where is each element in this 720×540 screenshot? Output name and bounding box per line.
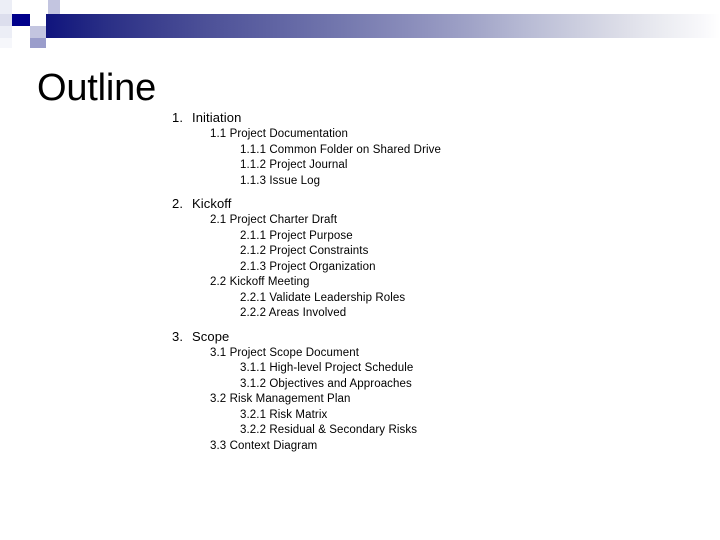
outline-item-number: 2.: [172, 196, 184, 211]
mosaic-cell: [30, 26, 46, 38]
outline-list: 1. Initiation 1.1 Project Documentation 1.1…: [170, 109, 590, 454]
outline-item-level3: 1.1.2 Project Journal: [240, 159, 348, 171]
outline-item-label: Kickoff: [192, 196, 232, 211]
outline-item-level3: 3.1.2 Objectives and Approaches: [240, 377, 412, 390]
mosaic-cell: [0, 26, 12, 38]
outline-item-level3: 2.1.1 Project Purpose: [240, 229, 353, 242]
outline-item-level3: 2.2.2 Areas Involved: [240, 307, 347, 319]
gradient-bar-decoration: [46, 14, 720, 38]
outline-item-level3: 1.1.1 Common Folder on Shared Drive: [240, 143, 442, 156]
outline-item-label: Scope: [192, 328, 230, 344]
outline-item-number: 3.: [172, 328, 184, 344]
page-title: Outline: [37, 67, 157, 109]
outline-item-level1: 3. Scope: [170, 328, 590, 346]
outline-item-level2: 3.3 Context Diagram: [210, 439, 318, 452]
mosaic-cell: [46, 38, 60, 48]
outline-item-label: Initiation: [192, 110, 242, 125]
mosaic-cell: [30, 14, 46, 26]
outline-item-level2: 3.2 Risk Management Plan: [210, 393, 351, 405]
mosaic-cell: [0, 0, 12, 14]
outline-item-level2: 2.1 Project Charter Draft: [210, 214, 338, 226]
mosaic-cell: [12, 14, 30, 26]
mosaic-cell: [30, 38, 46, 48]
mosaic-cell: [48, 0, 60, 14]
outline-item-level1: 2. Kickoff: [170, 195, 590, 213]
outline-item-level3: 3.2.1 Risk Matrix: [240, 408, 328, 421]
outline-item-level3: 2.1.3 Project Organization: [240, 260, 376, 273]
mosaic-cell: [24, 0, 36, 14]
outline-item-level2: 2.2 Kickoff Meeting: [210, 276, 310, 288]
mosaic-cell: [12, 26, 30, 38]
header-decoration: [0, 0, 720, 56]
outline-item-level1: 1. Initiation: [170, 109, 590, 127]
outline-item-level3: 2.2.1 Validate Leadership Roles: [240, 291, 406, 304]
mosaic-cell: [36, 0, 48, 14]
outline-item-level2: 1.1 Project Documentation: [210, 128, 349, 140]
outline-item-level3: 2.1.2 Project Constraints: [240, 245, 369, 257]
outline-item-level3: 3.2.2 Residual & Secondary Risks: [240, 424, 418, 436]
outline-item-number: 1.: [172, 110, 184, 125]
mosaic-cell: [60, 0, 72, 14]
outline-item-level2: 3.1 Project Scope Document: [210, 346, 359, 359]
mosaic-cell: [0, 38, 12, 48]
mosaic-cell: [0, 14, 12, 26]
mosaic-cell: [12, 0, 24, 14]
outline-item-level3: 1.1.3 Issue Log: [240, 174, 321, 187]
outline-item-level3: 3.1.1 High-level Project Schedule: [240, 362, 414, 374]
